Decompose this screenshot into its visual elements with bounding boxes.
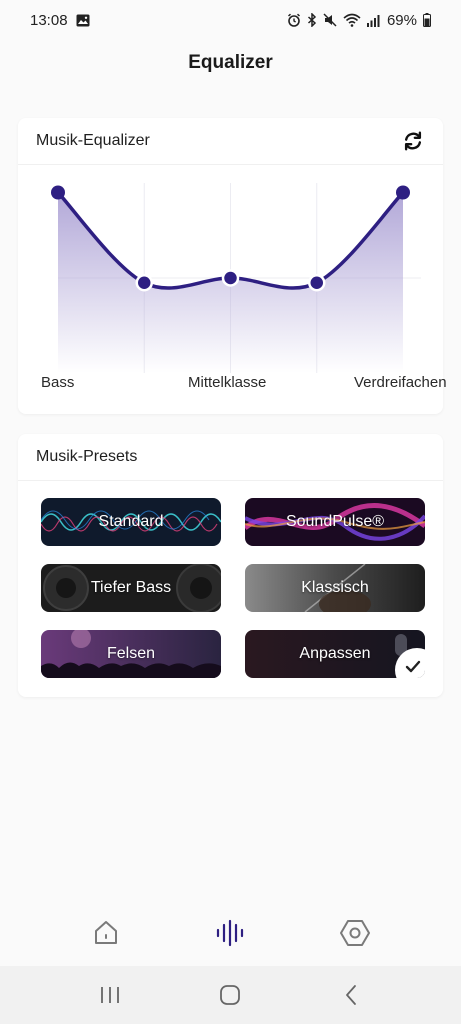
nav-settings[interactable] [330, 908, 380, 958]
page-title: Equalizer [188, 52, 273, 73]
equalizer-icon [217, 919, 244, 947]
preset-felsen[interactable]: Felsen [41, 630, 221, 678]
battery-percent: 69% [386, 11, 417, 29]
preset-label: Anpassen [299, 645, 371, 662]
presets-card: Musik-Presets Standard SoundPulse® Tiefe… [18, 434, 443, 697]
nav-home[interactable] [81, 908, 131, 958]
equalizer-band-handle[interactable] [51, 185, 65, 200]
equalizer-band-handle[interactable] [221, 269, 240, 287]
equalizer-card: Musik-Equalizer Bass Mittelklasse Verdre… [18, 118, 447, 414]
mute-icon [323, 13, 337, 27]
equalizer-card-title: Musik-Equalizer [36, 132, 150, 149]
preset-label: Felsen [106, 645, 156, 662]
alarm-icon [287, 13, 301, 27]
bottom-navigation [0, 900, 461, 966]
status-left: 13:08 [30, 12, 90, 29]
preset-grid: Standard SoundPulse® Tiefer Bass Klassis… [41, 498, 425, 678]
back-icon [345, 985, 356, 1005]
presets-card-title: Musik-Presets [36, 448, 138, 465]
gallery-notification-icon [76, 14, 90, 27]
equalizer-band-handle[interactable] [135, 274, 153, 292]
preset-standard[interactable]: Standard [41, 498, 221, 546]
band-label-bass: Bass [41, 374, 75, 391]
preset-label: Standard [98, 513, 164, 530]
preset-anpassen[interactable]: Anpassen [245, 630, 425, 678]
back-button[interactable] [326, 970, 376, 1020]
home-icon [95, 921, 118, 944]
status-bar: 13:08 69% [0, 0, 461, 40]
preset-klassisch[interactable]: Klassisch [245, 564, 425, 612]
reset-equalizer-button[interactable] [401, 129, 425, 153]
home-button-icon [220, 985, 241, 1005]
signal-icon [366, 14, 381, 27]
preset-label: Tiefer Bass [90, 579, 172, 596]
equalizer-band-handle[interactable] [396, 185, 410, 200]
preset-soundpulse[interactable]: SoundPulse® [245, 498, 425, 546]
band-label-mid: Mittelklasse [188, 374, 267, 391]
status-right: 69% [287, 12, 431, 29]
preset-label: Klassisch [301, 579, 369, 596]
battery-icon [423, 13, 431, 27]
status-time: 13:08 [30, 11, 68, 29]
recents-button[interactable] [85, 970, 135, 1020]
preset-tiefer-bass[interactable]: Tiefer Bass [41, 564, 221, 612]
recents-icon [101, 987, 120, 1003]
preset-label: SoundPulse® [285, 513, 385, 530]
equalizer-band-handle[interactable] [308, 274, 326, 292]
presets-card-header: Musik-Presets [18, 434, 443, 481]
system-navigation-bar [0, 966, 461, 1024]
equalizer-card-header: Musik-Equalizer [18, 118, 443, 165]
bluetooth-icon [307, 13, 317, 27]
settings-hexagon-icon [339, 920, 370, 946]
nav-equalizer[interactable] [205, 908, 255, 958]
home-button[interactable] [205, 970, 255, 1020]
checkmark-icon [405, 660, 421, 673]
refresh-icon [404, 131, 422, 151]
band-label-treble: Verdreifachen [354, 374, 447, 391]
wifi-icon [343, 13, 361, 27]
